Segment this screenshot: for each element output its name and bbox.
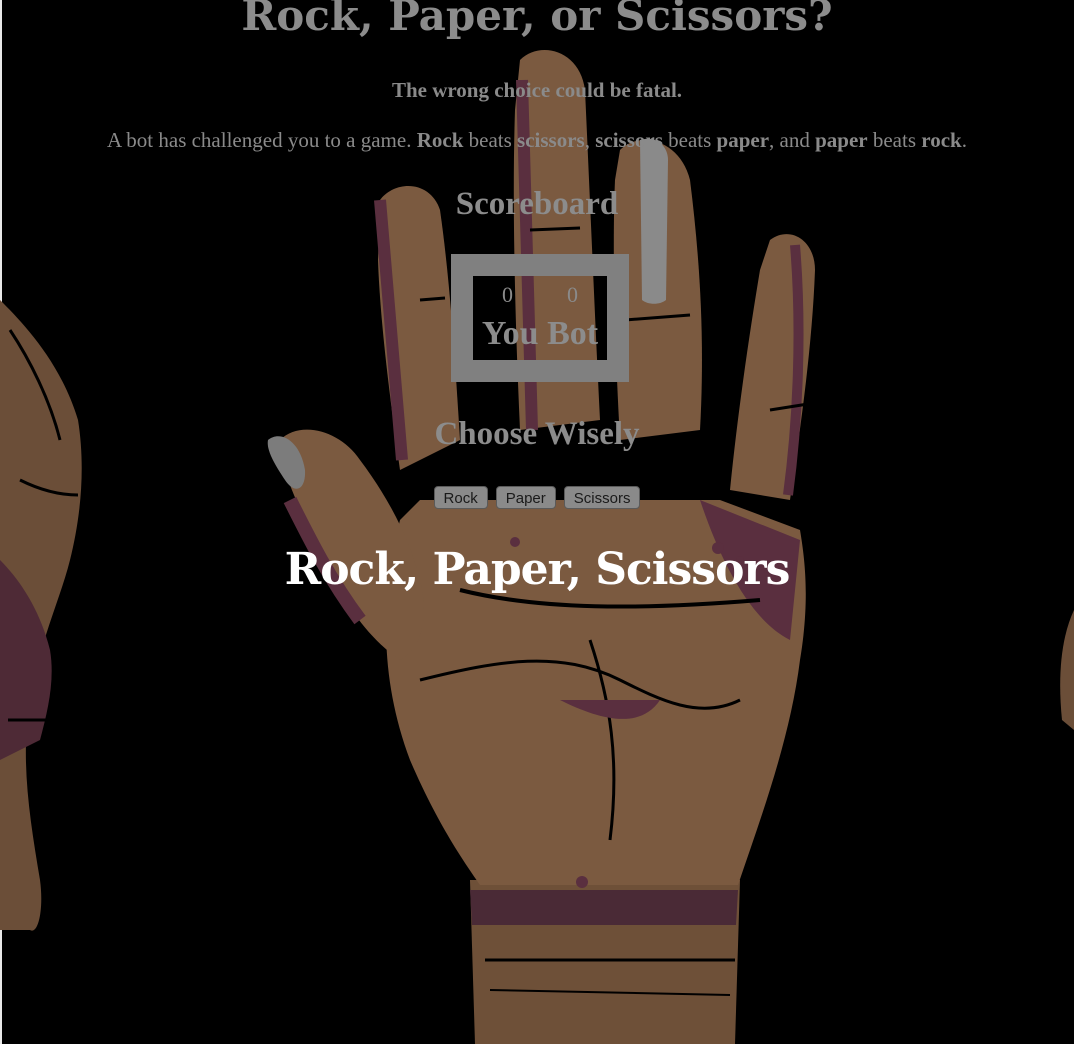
- choice-buttons: Rock Paper Scissors: [0, 486, 1074, 509]
- intro-text: , and: [769, 128, 816, 152]
- score-labels: You Bot: [473, 314, 607, 354]
- game-page: Rock, Paper, or Scissors? The wrong choi…: [0, 0, 1074, 1044]
- user-score: 0: [502, 282, 513, 307]
- scoreboard-inner: 0 0 You Bot: [473, 276, 607, 360]
- page-title: Rock, Paper, or Scissors?: [241, 0, 833, 40]
- rule-word-scissors: scissors: [595, 128, 663, 152]
- intro-text: .: [961, 128, 967, 152]
- rule-word-rock: Rock: [416, 128, 464, 152]
- rule-word-scissors: scissors: [517, 128, 585, 152]
- intro-text: ,: [584, 128, 596, 152]
- intro-text: A bot has challenged you to a game.: [107, 128, 417, 152]
- intro-text: beats: [867, 128, 922, 152]
- result-message: Rock, Paper, Scissors: [284, 544, 791, 595]
- intro-text: beats: [463, 128, 518, 152]
- scoreboard-heading: Scoreboard: [455, 186, 619, 222]
- game-content: Rock, Paper, or Scissors? The wrong choi…: [0, 0, 1074, 1044]
- bot-label: Bot: [547, 315, 599, 352]
- rock-button[interactable]: Rock: [433, 486, 488, 509]
- rule-word-paper: paper: [815, 128, 868, 152]
- choose-heading: Choose Wisely: [434, 416, 640, 452]
- rule-word-paper: paper: [716, 128, 770, 152]
- scissors-button[interactable]: Scissors: [563, 486, 641, 509]
- rule-word-rock: rock: [921, 128, 962, 152]
- scoreboard: 0 0 You Bot: [451, 254, 629, 382]
- rules-intro: A bot has challenged you to a game. Rock…: [0, 126, 1074, 154]
- user-label: You: [481, 315, 539, 352]
- tagline: The wrong choice could be fatal.: [391, 78, 683, 102]
- bot-score: 0: [567, 282, 578, 307]
- intro-text: beats: [662, 128, 717, 152]
- paper-button[interactable]: Paper: [495, 486, 556, 509]
